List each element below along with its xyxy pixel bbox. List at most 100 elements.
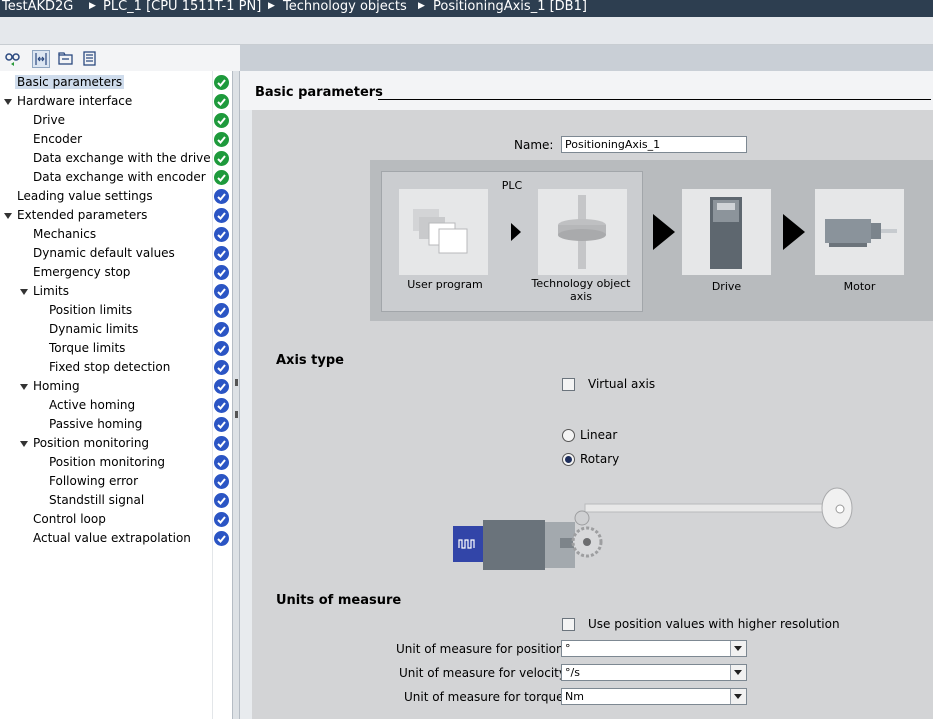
technology-object-icon: [538, 189, 627, 275]
units-heading: Units of measure: [276, 593, 402, 608]
tree-icon[interactable]: [81, 50, 99, 68]
nav-item-position-monitoring-group[interactable]: Position monitoring: [33, 434, 149, 453]
status-blue-check-icon: [214, 436, 229, 451]
breadcrumb-plc[interactable]: PLC_1 [CPU 1511T-1 PN]: [103, 0, 261, 14]
nav-item-fixed-stop-detection[interactable]: Fixed stop detection: [49, 358, 170, 377]
velocity-unit-label: Unit of measure for velocity:: [399, 666, 570, 680]
status-blue-check-icon: [214, 360, 229, 375]
breadcrumb-separator-icon: ▶: [268, 1, 275, 11]
status-ok-icon: [214, 151, 229, 166]
arrow-right-icon: [783, 214, 805, 250]
high-resolution-label: Use position values with higher resoluti…: [588, 617, 840, 631]
breadcrumb-technology-objects[interactable]: Technology objects: [283, 0, 407, 14]
expand-icon[interactable]: [32, 50, 50, 68]
nav-item-encoder[interactable]: Encoder: [33, 130, 82, 149]
status-blue-check-icon: [214, 398, 229, 413]
chevron-down-icon[interactable]: [730, 641, 746, 656]
sub-toolbar: [0, 17, 933, 45]
status-blue-check-icon: [214, 246, 229, 261]
content-margin: [240, 71, 252, 719]
status-blue-check-icon: [214, 303, 229, 318]
position-unit-select[interactable]: °: [561, 640, 747, 657]
rotary-axis-illustration: [453, 487, 853, 570]
nav-item-standstill-signal[interactable]: Standstill signal: [49, 491, 144, 510]
nav-item-hardware-interface[interactable]: Hardware interface: [17, 92, 132, 111]
title-bar: TestAKD2G ▶ PLC_1 [CPU 1511T-1 PN] ▶ Tec…: [0, 0, 933, 17]
collapse-icon[interactable]: [4, 99, 12, 105]
name-label: Name:: [514, 138, 554, 152]
status-blue-check-icon: [214, 341, 229, 356]
collapse-icon[interactable]: [20, 441, 28, 447]
breadcrumb-project[interactable]: TestAKD2G: [2, 0, 73, 14]
virtual-axis-label: Virtual axis: [588, 377, 656, 391]
rotary-radio[interactable]: [562, 453, 575, 466]
status-blue-check-icon: [214, 208, 229, 223]
collapse-icon[interactable]: [20, 384, 28, 390]
status-ok-icon: [214, 75, 229, 90]
overview-icon[interactable]: [4, 50, 22, 68]
torque-unit-select[interactable]: Nm: [561, 688, 747, 705]
status-blue-check-icon: [214, 512, 229, 527]
motor-icon: [815, 189, 904, 275]
nav-item-limits[interactable]: Limits: [33, 282, 69, 301]
nav-item-leading-value-settings[interactable]: Leading value settings: [17, 187, 153, 206]
nav-item-basic-parameters[interactable]: Basic parameters: [15, 73, 125, 92]
position-unit-label: Unit of measure for position:: [396, 642, 568, 656]
status-blue-check-icon: [214, 265, 229, 280]
nav-item-torque-limits[interactable]: Torque limits: [49, 339, 125, 358]
collapse-icon[interactable]: [20, 289, 28, 295]
status-blue-check-icon: [214, 417, 229, 432]
collapse-icon[interactable]: [4, 213, 12, 219]
parameter-tree: Basic parameters Hardware interface Driv…: [0, 71, 232, 719]
nav-toolbar: [0, 45, 240, 71]
nav-item-data-exchange-drive[interactable]: Data exchange with the drive: [33, 149, 211, 168]
nav-item-mechanics[interactable]: Mechanics: [33, 225, 96, 244]
nav-item-drive[interactable]: Drive: [33, 111, 65, 130]
nav-item-following-error[interactable]: Following error: [49, 472, 138, 491]
breadcrumb-separator-icon: ▶: [418, 1, 425, 11]
panel-splitter[interactable]: [232, 71, 240, 719]
plc-label: PLC: [501, 179, 523, 192]
virtual-axis-checkbox[interactable]: [562, 378, 575, 391]
nav-item-control-loop[interactable]: Control loop: [33, 510, 106, 529]
breadcrumb-axis[interactable]: PositioningAxis_1 [DB1]: [433, 0, 587, 14]
nav-item-position-monitoring[interactable]: Position monitoring: [49, 453, 165, 472]
drive-label: Drive: [711, 280, 742, 293]
linear-label: Linear: [580, 428, 618, 442]
chevron-down-icon[interactable]: [730, 665, 746, 680]
arrow-right-icon: [511, 223, 521, 241]
nav-item-actual-value-extrapolation[interactable]: Actual value extrapolation: [33, 529, 191, 548]
nav-item-extended-parameters[interactable]: Extended parameters: [17, 206, 147, 225]
status-blue-check-icon: [214, 284, 229, 299]
collapse-left-icon[interactable]: [235, 379, 238, 386]
user-program-icon: [399, 189, 488, 275]
nav-item-dynamic-limits[interactable]: Dynamic limits: [49, 320, 138, 339]
expand-right-icon[interactable]: [235, 411, 238, 418]
status-blue-check-icon: [214, 379, 229, 394]
status-blue-check-icon: [214, 531, 229, 546]
drive-icon: [682, 189, 771, 275]
motor-label: Motor: [843, 280, 876, 293]
status-ok-icon: [214, 113, 229, 128]
high-resolution-checkbox[interactable]: [562, 618, 575, 631]
nav-item-homing[interactable]: Homing: [33, 377, 80, 396]
velocity-unit-select[interactable]: °/s: [561, 664, 747, 681]
technology-object-label: Technology object axis: [531, 277, 631, 303]
chevron-down-icon[interactable]: [730, 689, 746, 704]
nav-item-dynamic-default-values[interactable]: Dynamic default values: [33, 244, 175, 263]
nav-item-position-limits[interactable]: Position limits: [49, 301, 132, 320]
torque-unit-label: Unit of measure for torque:: [404, 690, 568, 704]
status-blue-check-icon: [214, 493, 229, 508]
name-field[interactable]: PositioningAxis_1: [561, 136, 747, 153]
folder-icon[interactable]: [57, 50, 75, 68]
arrow-right-icon: [653, 214, 675, 250]
status-ok-icon: [214, 170, 229, 185]
nav-item-active-homing[interactable]: Active homing: [49, 396, 135, 415]
nav-item-emergency-stop[interactable]: Emergency stop: [33, 263, 130, 282]
breadcrumb-separator-icon: ▶: [89, 1, 96, 11]
divider: [212, 71, 213, 719]
linear-radio[interactable]: [562, 429, 575, 442]
nav-item-passive-homing[interactable]: Passive homing: [49, 415, 142, 434]
nav-item-data-exchange-encoder[interactable]: Data exchange with encoder: [33, 168, 206, 187]
status-blue-check-icon: [214, 455, 229, 470]
